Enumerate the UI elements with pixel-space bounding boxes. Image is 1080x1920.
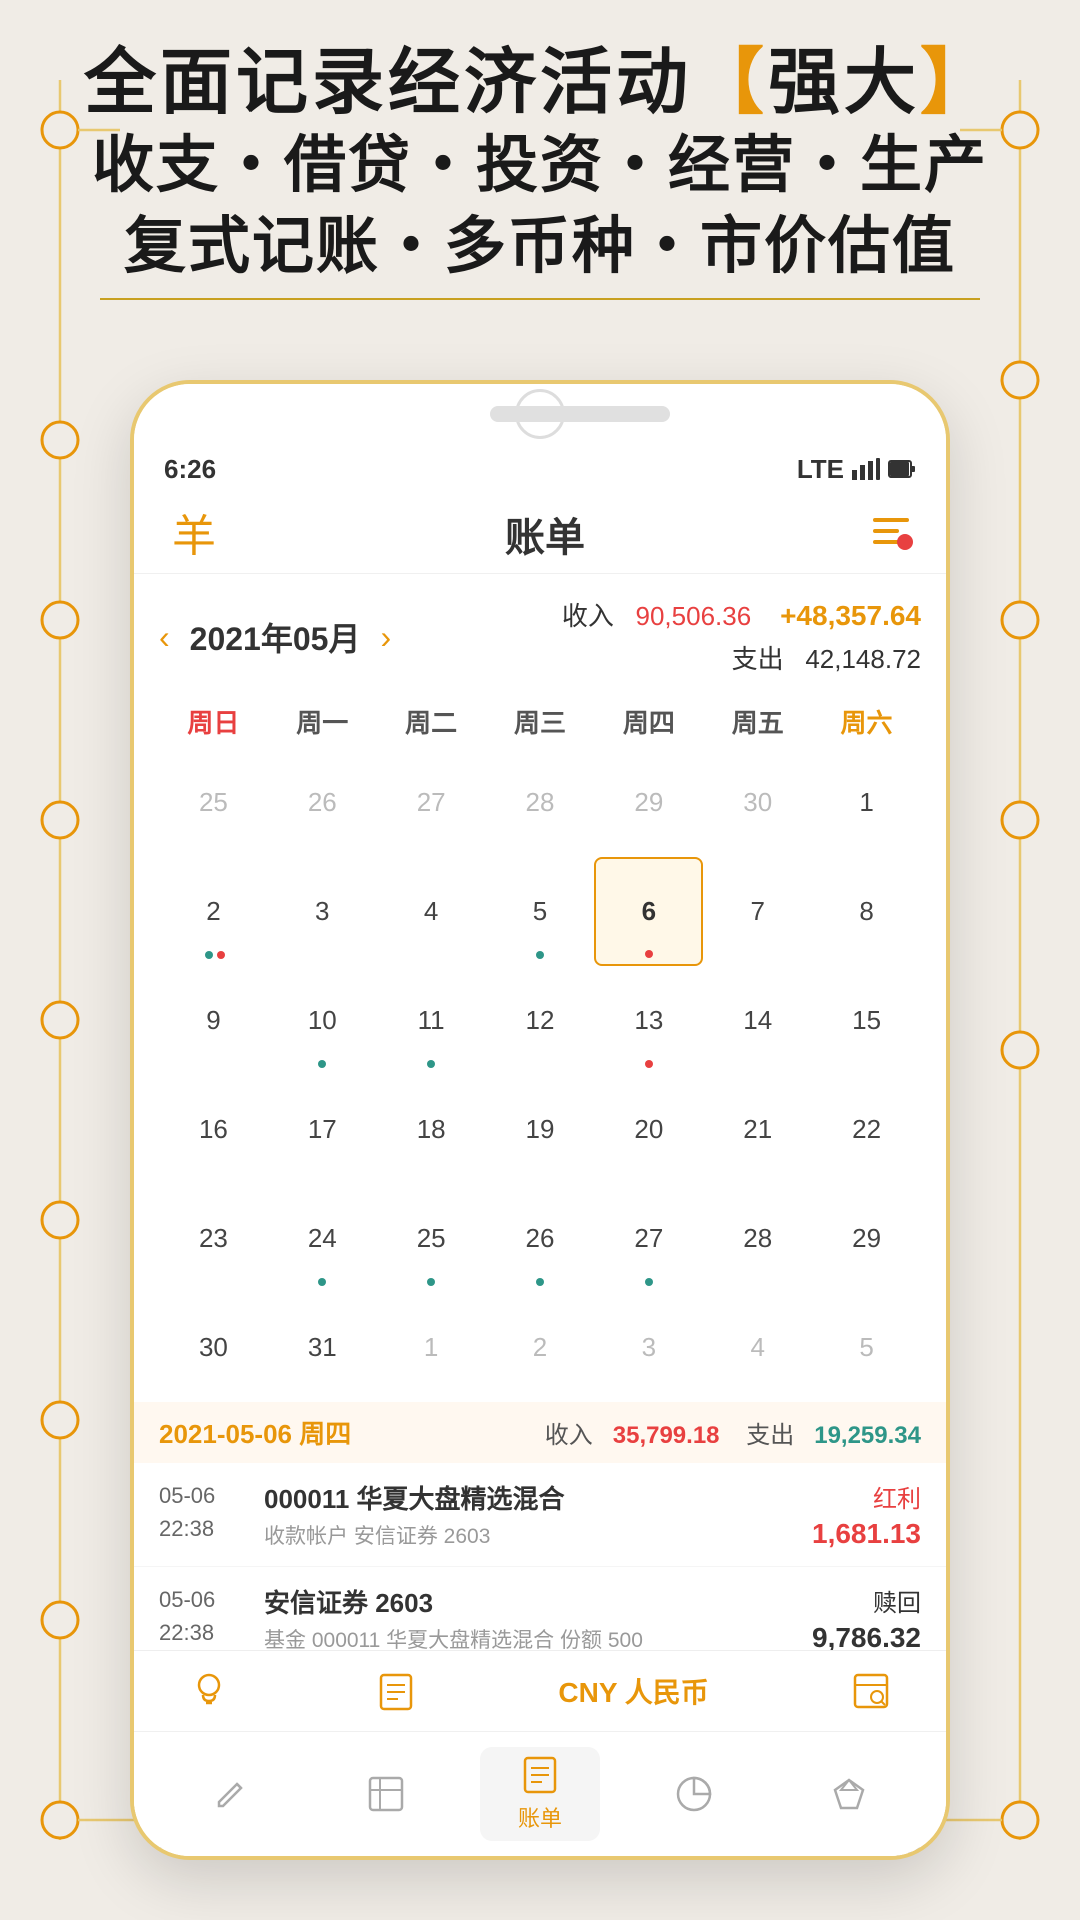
trans-desc-2: 安信证券 2603 基金 000011 华夏大盘精选混合 份额 500 — [249, 1583, 812, 1654]
cal-day-9[interactable]: 9 — [159, 966, 268, 1075]
cal-day-12[interactable]: 12 — [486, 966, 595, 1075]
tab-edit[interactable] — [171, 1774, 291, 1814]
header-line1: 全面记录经济活动【强大】 — [0, 40, 1080, 126]
calendar-nav: ‹ 2021年05月 › 收入 90,506.36 +48,357.64 支出 … — [159, 594, 921, 680]
header-line3: 复式记账・多币种・市价估值 — [100, 207, 980, 300]
trans-date-1: 05-06 22:38 — [159, 1479, 249, 1545]
transaction-item-1[interactable]: 05-06 22:38 000011 华夏大盘精选混合 收款帐户 安信证券 26… — [134, 1463, 946, 1567]
header-section: 全面记录经济活动【强大】 收支・借贷・投资・经营・生产 复式记账・多币种・市价估… — [0, 40, 1080, 300]
cal-day-2-next[interactable]: 2 — [486, 1293, 595, 1402]
cal-day-14[interactable]: 14 — [703, 966, 812, 1075]
status-network: LTE — [797, 454, 916, 485]
toolbar-bottom: 账单 — [134, 1732, 946, 1856]
cal-day-26[interactable]: 26 — [486, 1184, 595, 1293]
weekday-mon: 周一 — [268, 695, 377, 748]
cal-day-27[interactable]: 27 — [594, 1184, 703, 1293]
cal-day-24[interactable]: 24 — [268, 1184, 377, 1293]
cal-day-5-next[interactable]: 5 — [812, 1293, 921, 1402]
cal-day-16[interactable]: 16 — [159, 1075, 268, 1184]
cal-day-30[interactable]: 30 — [159, 1293, 268, 1402]
tab-bill-label: 账单 — [518, 1801, 562, 1833]
calendar-section: ‹ 2021年05月 › 收入 90,506.36 +48,357.64 支出 … — [134, 574, 946, 1402]
calendar-month: 2021年05月 — [190, 614, 361, 660]
cal-day-25[interactable]: 25 — [377, 1184, 486, 1293]
cal-day-2[interactable]: 2 — [159, 857, 268, 966]
toolbar-top: CNY 人民币 — [134, 1651, 946, 1732]
cal-day-29-prev[interactable]: 29 — [594, 748, 703, 857]
cal-day-4[interactable]: 4 — [377, 857, 486, 966]
cal-day-23[interactable]: 23 — [159, 1184, 268, 1293]
tab-list[interactable] — [326, 1774, 446, 1814]
cal-day-21[interactable]: 21 — [703, 1075, 812, 1184]
cal-day-3[interactable]: 3 — [268, 857, 377, 966]
status-bar: 6:26 LTE — [134, 444, 946, 494]
cal-day-27-prev[interactable]: 27 — [377, 748, 486, 857]
calendar-body: 25 26 27 28 29 30 1 2 3 4 5 6 7 — [159, 748, 921, 1401]
menu-icon[interactable] — [866, 509, 916, 559]
cal-day-10[interactable]: 10 — [268, 966, 377, 1075]
toolbar-bulb-icon[interactable] — [184, 1666, 234, 1716]
toolbar-search-icon[interactable] — [846, 1666, 896, 1716]
cal-day-31[interactable]: 31 — [268, 1293, 377, 1402]
cal-day-7[interactable]: 7 — [703, 857, 812, 966]
cal-day-30-prev[interactable]: 30 — [703, 748, 812, 857]
selected-date-summary: 收入 35,799.18 支出 19,259.34 — [545, 1415, 921, 1450]
tab-gem[interactable] — [789, 1774, 909, 1814]
cal-day-3-next[interactable]: 3 — [594, 1293, 703, 1402]
prev-month-button[interactable]: ‹ — [159, 619, 170, 656]
weekday-tue: 周二 — [377, 695, 486, 748]
cal-day-26-prev[interactable]: 26 — [268, 748, 377, 857]
transaction-date-header: 2021-05-06 周四 收入 35,799.18 支出 19,259.34 — [134, 1402, 946, 1463]
toolbar-note-icon[interactable] — [371, 1666, 421, 1716]
trans-right-1: 红利 1,681.13 — [812, 1479, 921, 1550]
cal-day-5[interactable]: 5 — [486, 857, 595, 966]
toolbar-currency[interactable]: CNY 人民币 — [558, 1671, 708, 1711]
cal-day-28-prev[interactable]: 28 — [486, 748, 595, 857]
weekday-fri: 周五 — [703, 695, 812, 748]
trans-date-2: 05-06 22:38 — [159, 1583, 249, 1649]
cal-day-28[interactable]: 28 — [703, 1184, 812, 1293]
app-title: 账单 — [505, 505, 585, 563]
calendar-grid: 周日 周一 周二 周三 周四 周五 周六 25 26 27 28 29 30 1… — [159, 695, 921, 1401]
calendar-summary: 收入 90,506.36 +48,357.64 支出 42,148.72 — [562, 594, 921, 680]
phone-top-bar — [134, 384, 946, 444]
weekday-wed: 周三 — [486, 695, 595, 748]
trans-desc-1: 000011 华夏大盘精选混合 收款帐户 安信证券 2603 — [249, 1479, 812, 1550]
cal-day-19[interactable]: 19 — [486, 1075, 595, 1184]
cal-day-15[interactable]: 15 — [812, 966, 921, 1075]
weekday-sat: 周六 — [812, 695, 921, 748]
weekday-thu: 周四 — [594, 695, 703, 748]
cal-day-1-next[interactable]: 1 — [377, 1293, 486, 1402]
cal-day-17[interactable]: 17 — [268, 1075, 377, 1184]
cal-day-4-next[interactable]: 4 — [703, 1293, 812, 1402]
status-time: 6:26 — [164, 454, 216, 485]
phone-speaker — [490, 406, 670, 422]
tab-pie[interactable] — [634, 1774, 754, 1814]
cal-day-18[interactable]: 18 — [377, 1075, 486, 1184]
calendar-header-row: 周日 周一 周二 周三 周四 周五 周六 — [159, 695, 921, 748]
tab-bill[interactable]: 账单 — [480, 1747, 600, 1841]
cal-day-11[interactable]: 11 — [377, 966, 486, 1075]
cal-day-20[interactable]: 20 — [594, 1075, 703, 1184]
cal-day-25-prev[interactable]: 25 — [159, 748, 268, 857]
cal-day-1[interactable]: 1 — [812, 748, 921, 857]
app-header: 羊 账单 — [134, 494, 946, 574]
cal-day-29[interactable]: 29 — [812, 1184, 921, 1293]
cal-day-13[interactable]: 13 — [594, 966, 703, 1075]
header-line2: 收支・借贷・投资・经营・生产 — [0, 126, 1080, 207]
next-month-button[interactable]: › — [380, 619, 391, 656]
cal-day-8[interactable]: 8 — [812, 857, 921, 966]
weekday-sun: 周日 — [159, 695, 268, 748]
cal-day-6-today[interactable]: 6 — [594, 857, 703, 966]
phone-mockup: 6:26 LTE 羊 账单 ‹ 2021年05月 — [130, 380, 950, 1860]
svg-text:羊: 羊 — [172, 512, 216, 561]
app-logo: 羊 — [164, 504, 224, 564]
selected-date-label: 2021-05-06 周四 — [159, 1414, 351, 1451]
cal-day-22[interactable]: 22 — [812, 1075, 921, 1184]
trans-right-2: 赎回 9,786.32 — [812, 1583, 921, 1654]
bottom-toolbar: CNY 人民币 — [134, 1650, 946, 1856]
